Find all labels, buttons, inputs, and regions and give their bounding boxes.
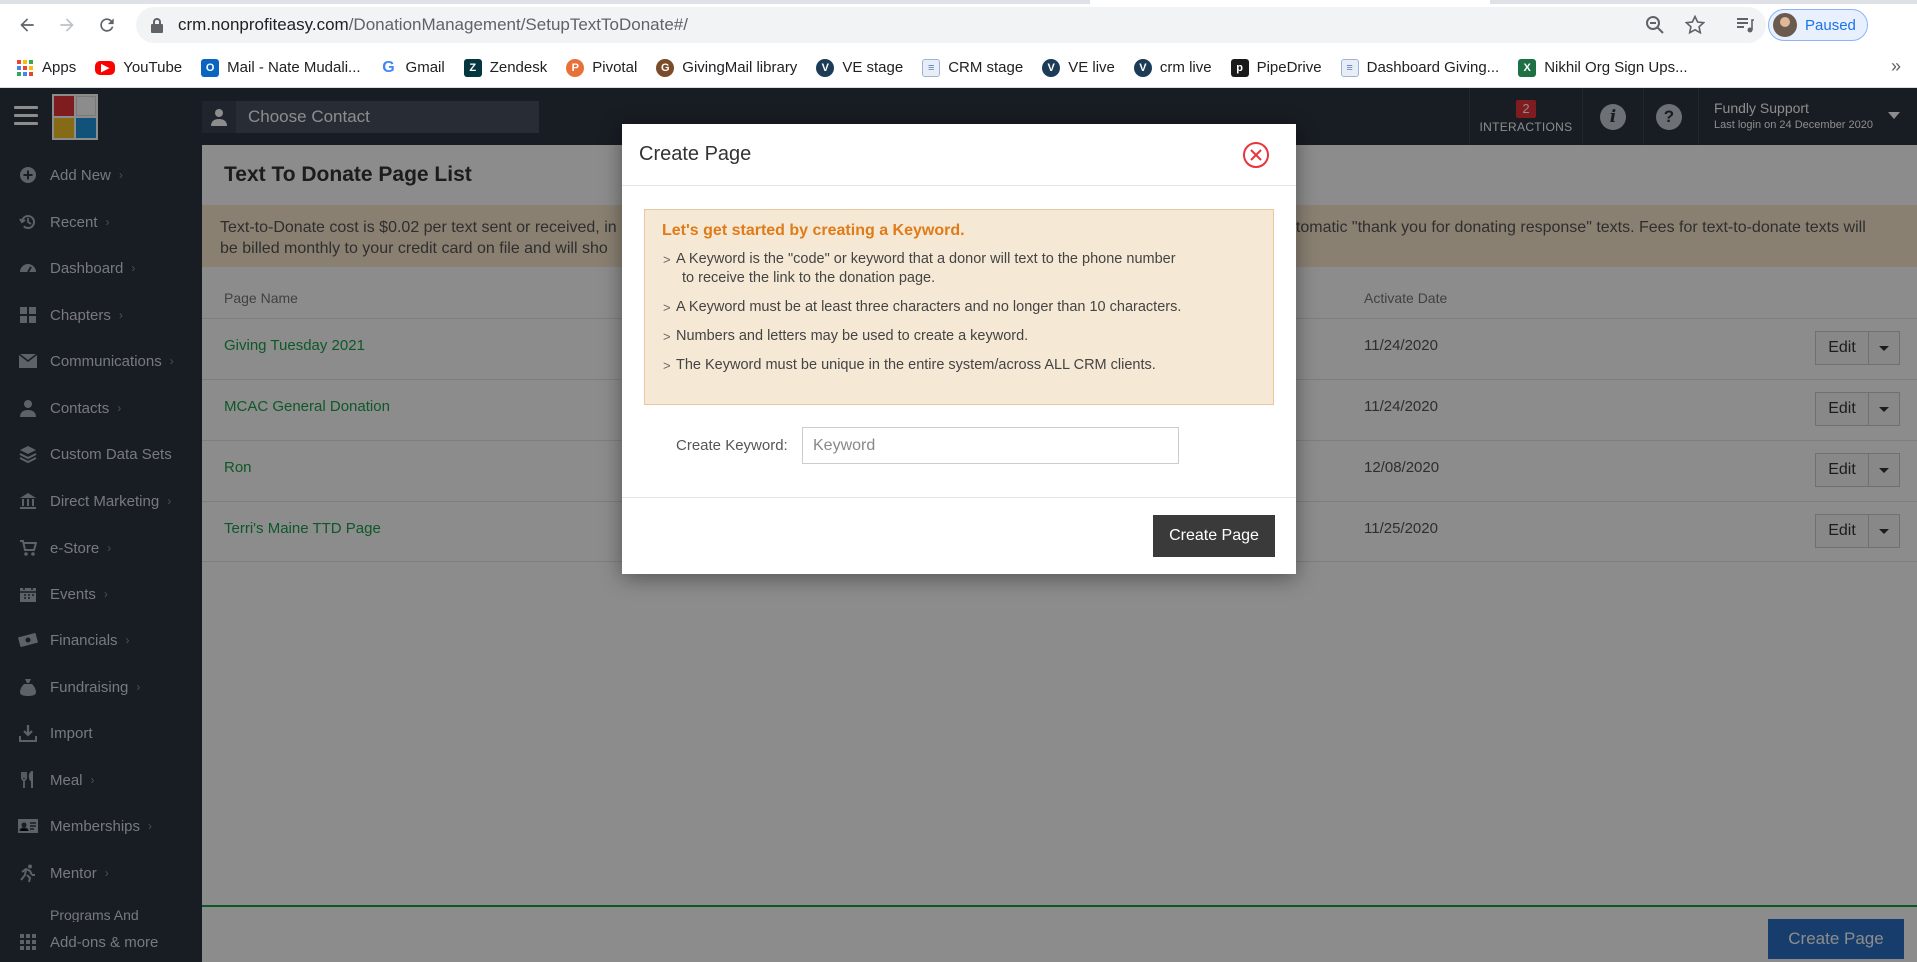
bookmark-givingmail[interactable]: G GivingMail library	[656, 58, 798, 77]
modal-header: Create Page	[622, 124, 1296, 186]
bookmark-label: Apps	[42, 59, 77, 76]
more-bookmarks-icon[interactable]: »	[1891, 56, 1901, 77]
reload-button[interactable]	[92, 10, 122, 40]
youtube-icon: ▶	[95, 60, 116, 75]
browser-toolbar: crm.nonprofiteasy.com/DonationManagement…	[0, 0, 1917, 48]
info-item-text: The Keyword must be unique in the entire…	[676, 357, 1156, 373]
zoom-icon[interactable]	[1643, 13, 1667, 37]
tab-strip	[0, 0, 1917, 4]
google-icon: G	[382, 58, 395, 76]
profile-button[interactable]: Paused	[1768, 9, 1868, 41]
bookmark-label: Pivotal	[592, 59, 638, 76]
bookmark-apps[interactable]: Apps	[16, 59, 76, 77]
bookmark-nikhil-org[interactable]: X Nikhil Org Sign Ups...	[1518, 58, 1688, 77]
pivotal-icon: P	[566, 58, 585, 77]
bookmark-crm-live[interactable]: V crm live	[1133, 58, 1212, 77]
modal-divider	[622, 497, 1296, 498]
info-list: A Keyword is the "code" or keyword that …	[662, 250, 1256, 375]
arrow-left-icon	[20, 18, 34, 32]
url-host: crm.nonprofiteasy.com	[178, 15, 349, 34]
bookmark-label: crm live	[1159, 59, 1212, 76]
bookmark-pivotal[interactable]: P Pivotal	[566, 58, 638, 77]
profile-status: Paused	[1805, 16, 1856, 34]
excel-icon: X	[1518, 58, 1537, 77]
bookmark-youtube[interactable]: ▶ YouTube	[95, 59, 182, 76]
lock-icon	[150, 17, 166, 33]
info-title: Let's get started by creating a Keyword.	[662, 222, 965, 239]
bookmark-crm-stage[interactable]: ≡ CRM stage	[922, 58, 1024, 77]
forward-button[interactable]	[52, 10, 82, 40]
keyword-label: Create Keyword:	[676, 437, 788, 454]
ve-icon: V	[1042, 58, 1061, 77]
info-item-text: Numbers and letters may be used to creat…	[676, 328, 1029, 344]
bookmark-dashboard-giving[interactable]: ≡ Dashboard Giving...	[1340, 58, 1500, 77]
list-item: A Keyword is the "code" or keyword that …	[662, 250, 1256, 288]
back-button[interactable]	[12, 10, 42, 40]
create-page-modal: Create Page Let's get started by creatin…	[622, 124, 1296, 574]
bookmark-pipedrive[interactable]: p PipeDrive	[1230, 58, 1322, 77]
info-item-text: to receive the link to the donation page…	[682, 270, 936, 286]
page-icon: ≡	[922, 58, 941, 77]
keyword-info-box: Let's get started by creating a Keyword.…	[644, 209, 1274, 405]
info-item-text: A Keyword is the "code" or keyword that …	[676, 251, 1176, 267]
info-item-text: A Keyword must be at least three charact…	[676, 299, 1182, 315]
bookmark-zendesk[interactable]: Z Zendesk	[463, 58, 548, 77]
list-item: Numbers and letters may be used to creat…	[662, 327, 1256, 346]
modal-title: Create Page	[639, 143, 752, 165]
bookmark-label: Dashboard Giving...	[1366, 59, 1500, 76]
bookmark-label: Gmail	[405, 59, 445, 76]
close-icon[interactable]	[1242, 141, 1270, 169]
keyword-input[interactable]	[802, 427, 1179, 464]
bookmark-mail[interactable]: O Mail - Nate Mudali...	[201, 58, 361, 77]
create-page-button[interactable]: Create Page	[1153, 515, 1275, 557]
givingmail-icon: G	[656, 58, 675, 77]
bookmark-ve-stage[interactable]: V VE stage	[816, 58, 904, 77]
bookmark-label: GivingMail library	[682, 59, 798, 76]
bookmark-label: Nikhil Org Sign Ups...	[1544, 59, 1688, 76]
active-tab[interactable]	[1090, 0, 1490, 4]
bookmark-label: CRM stage	[948, 59, 1024, 76]
bookmark-label: Zendesk	[489, 59, 548, 76]
page-icon: ≡	[1340, 58, 1359, 77]
bookmark-label: VE live	[1068, 59, 1115, 76]
star-icon[interactable]	[1683, 13, 1707, 37]
media-control-icon[interactable]	[1733, 13, 1757, 37]
bookmark-label: PipeDrive	[1256, 59, 1322, 76]
bookmark-gmail[interactable]: G Gmail	[380, 58, 445, 77]
reload-icon	[100, 18, 114, 32]
bookmark-label: VE stage	[842, 59, 904, 76]
outlook-icon: O	[201, 58, 220, 77]
avatar	[1773, 13, 1797, 37]
ve-icon: V	[816, 58, 835, 77]
apps-grid-icon	[16, 59, 34, 77]
bookmark-ve-live[interactable]: V VE live	[1042, 58, 1115, 77]
list-item: The Keyword must be unique in the entire…	[662, 356, 1256, 375]
arrow-right-icon	[60, 18, 74, 32]
list-item: A Keyword must be at least three charact…	[662, 298, 1256, 317]
address-bar[interactable]: crm.nonprofiteasy.com/DonationManagement…	[136, 7, 1766, 43]
bookmarks-bar: Apps ▶ YouTube O Mail - Nate Mudali... G…	[0, 48, 1917, 88]
url-path: /DonationManagement/SetupTextToDonate#/	[348, 15, 688, 34]
bookmark-label: Mail - Nate Mudali...	[227, 59, 361, 76]
ve-icon: V	[1133, 58, 1152, 77]
pipedrive-icon: p	[1230, 58, 1249, 77]
zendesk-icon: Z	[463, 58, 482, 77]
bookmark-label: YouTube	[123, 59, 183, 76]
